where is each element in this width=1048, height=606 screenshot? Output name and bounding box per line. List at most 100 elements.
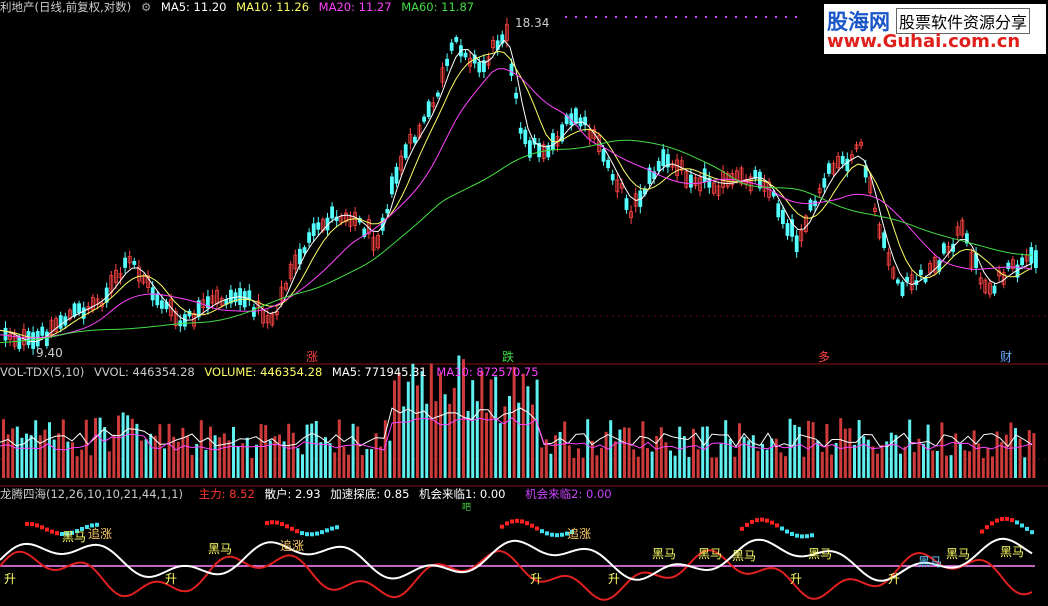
- volume-bar: [503, 406, 507, 478]
- signal-sheng-4: 升: [608, 572, 621, 586]
- event-mark-die[interactable]: 跌: [502, 348, 514, 365]
- event-mark-zhang[interactable]: 涨: [306, 348, 318, 365]
- trend-block: [745, 522, 749, 527]
- candle-body: [689, 174, 693, 188]
- vvol-value: VVOL: 446354.28: [94, 365, 195, 379]
- candle-body: [311, 223, 316, 236]
- volume-value: VOLUME: 446354.28: [204, 365, 323, 379]
- candle-body: [509, 63, 514, 76]
- trend-block: [300, 531, 304, 536]
- stock-chart[interactable]: [0, 0, 1048, 606]
- trend-block: [40, 525, 44, 530]
- candle-body: [781, 209, 785, 225]
- volume-bar: [1004, 434, 1008, 478]
- candle-body: [574, 108, 578, 124]
- volume-bar: [360, 455, 364, 478]
- volume-bar: [416, 385, 419, 478]
- candle-body: [794, 235, 799, 253]
- volume-bar: [549, 453, 553, 478]
- trend-block: [750, 519, 754, 524]
- candle-body: [601, 149, 606, 162]
- candle-body: [514, 92, 518, 99]
- candle-body: [942, 243, 946, 254]
- volume-bar: [176, 441, 180, 478]
- trend-block: [800, 534, 804, 539]
- price-panel-title: 利地产(日线,前复权,对数): [0, 0, 132, 14]
- sanhu-value: 散户: 2.93: [264, 487, 321, 501]
- trend-block: [550, 532, 554, 537]
- volume-bar: [494, 376, 498, 478]
- volume-bar: [241, 443, 245, 478]
- volume-bar: [126, 415, 130, 478]
- trend-block: [55, 531, 59, 536]
- volume-bar: [29, 435, 33, 478]
- settings-icon[interactable]: ⚙: [141, 0, 151, 14]
- volume-bar: [98, 417, 102, 478]
- volume-bar: [489, 379, 493, 478]
- trend-block: [30, 522, 34, 527]
- volume-bar: [466, 410, 470, 478]
- trend-block: [1030, 530, 1034, 535]
- volume-bar: [903, 446, 907, 478]
- trend-block: [500, 524, 504, 529]
- trend-block: [1010, 518, 1014, 523]
- trend-block: [325, 528, 329, 533]
- trend-block: [310, 532, 314, 537]
- signal-heima-1: 黑马: [62, 530, 87, 544]
- volume-bar: [830, 454, 833, 478]
- volume-bar: [807, 420, 810, 478]
- signal-sheng-3: 升: [530, 572, 543, 586]
- volume-bar: [733, 456, 737, 478]
- volume-bar: [89, 455, 93, 478]
- volume-bar: [761, 443, 764, 478]
- volume-bar: [540, 447, 544, 478]
- volume-bar: [388, 440, 392, 478]
- volume-bar: [526, 386, 530, 478]
- zhuli-value: 主力: 8.52: [198, 487, 255, 501]
- volume-bar: [94, 418, 97, 478]
- volume-bar: [991, 456, 994, 478]
- volume-bar: [512, 366, 516, 478]
- volume-bar: [144, 439, 148, 478]
- volume-bar: [590, 440, 594, 478]
- candle-body: [827, 163, 831, 174]
- event-mark-duo[interactable]: 多: [818, 348, 830, 365]
- trend-block: [525, 521, 529, 526]
- volume-bar: [935, 450, 939, 478]
- volume-bar: [314, 420, 318, 478]
- candle-body: [992, 285, 997, 294]
- volume-bar: [140, 440, 143, 478]
- volume-bar: [199, 420, 203, 478]
- volume-bar: [604, 431, 608, 478]
- volume-bar: [167, 423, 171, 478]
- volume-bar: [117, 415, 120, 478]
- volume-bar: [738, 423, 741, 478]
- volume-bar: [940, 422, 944, 478]
- event-mark-cai[interactable]: 财: [1000, 348, 1012, 365]
- volume-bar: [889, 432, 893, 478]
- volume-bar: [61, 419, 65, 478]
- volume-bar: [673, 455, 677, 478]
- volume-bar: [756, 450, 760, 478]
- volume-bar: [218, 437, 222, 478]
- candle-body: [546, 145, 551, 158]
- volume-bar: [250, 457, 254, 478]
- trend-block: [270, 520, 274, 525]
- volume-bar: [949, 455, 953, 478]
- volume-bar: [379, 446, 383, 478]
- volume-bar: [894, 434, 898, 478]
- trend-block: [330, 526, 334, 531]
- volume-bar: [664, 442, 668, 478]
- trend-block: [1020, 523, 1024, 528]
- signal-sheng-5: 升: [790, 572, 803, 586]
- volume-bar: [1027, 430, 1031, 478]
- zhuli-line: [0, 537, 1033, 582]
- volume-bar: [347, 454, 350, 478]
- volume-bar: [922, 443, 925, 478]
- volume-bar: [1000, 442, 1004, 478]
- volume-bar: [710, 457, 714, 478]
- trend-block: [290, 526, 294, 531]
- candle-body: [463, 52, 468, 58]
- volume-bar: [310, 423, 314, 478]
- volume-bar: [862, 436, 866, 478]
